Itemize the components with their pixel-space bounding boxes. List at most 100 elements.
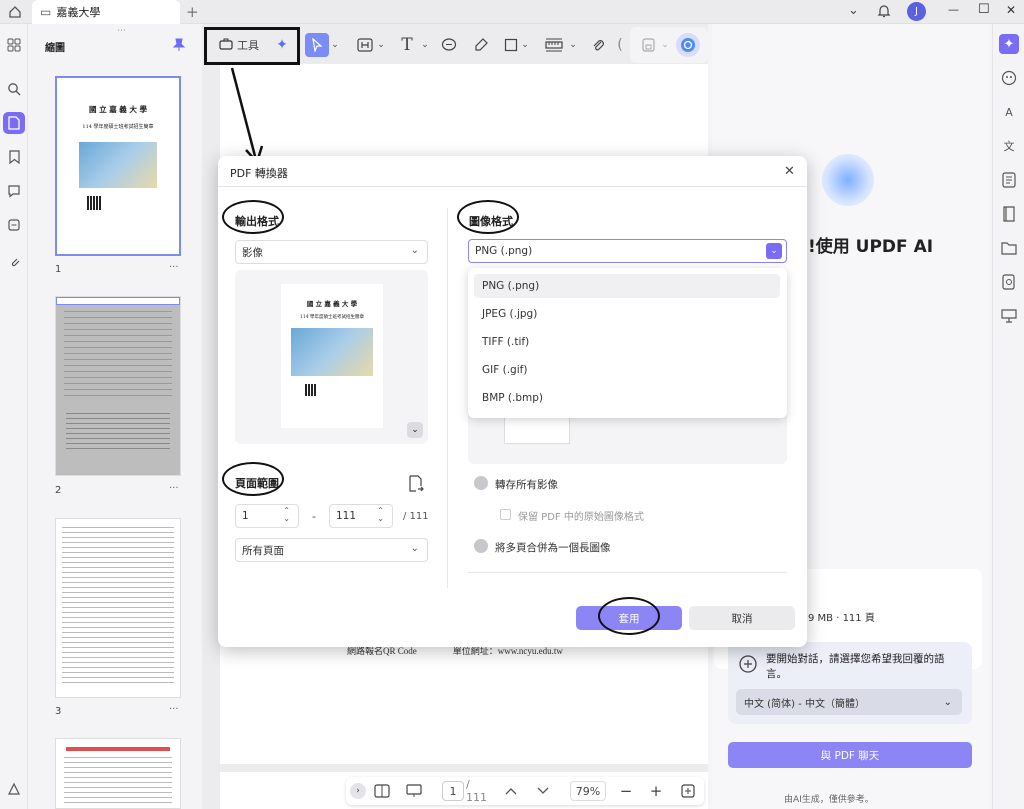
chevron-down-icon[interactable]: ⌄ — [848, 3, 859, 18]
chevron-down-icon[interactable]: ⌄ — [407, 422, 423, 438]
format-option[interactable]: BMP (.bmp) — [474, 386, 780, 410]
comment-tool-icon[interactable] — [438, 33, 460, 57]
pin-icon[interactable] — [172, 38, 186, 52]
page-input[interactable]: 1 — [442, 781, 464, 801]
drag-handle[interactable]: ⋯ — [117, 26, 126, 36]
annotation-circle — [598, 597, 660, 635]
close-icon[interactable]: ✕ — [784, 164, 795, 179]
chat-with-pdf-button[interactable]: 與 PDF 聊天 — [728, 742, 972, 768]
chevron-down-icon[interactable]: ⌄ — [420, 33, 430, 57]
format-option[interactable]: PNG (.png) — [474, 274, 780, 298]
paperclip-icon[interactable] — [3, 250, 25, 272]
convert-all-radio[interactable] — [474, 476, 488, 490]
preview-photo — [291, 328, 373, 376]
summary-icon[interactable] — [999, 170, 1019, 190]
attachment-list-icon[interactable] — [3, 214, 25, 236]
file-info: 9 MB · 111 頁 — [808, 613, 875, 624]
document-search-icon[interactable] — [999, 272, 1019, 292]
layers-icon[interactable] — [3, 778, 25, 800]
minimize-button[interactable]: — — [948, 3, 959, 16]
save-icon[interactable] — [638, 33, 658, 57]
thumbnail-page-1[interactable]: 國 立 嘉 義 大 學 114 學年度碩士班考試招生簡章 — [55, 76, 181, 256]
reading-mode-icon[interactable] — [372, 781, 392, 801]
stepper-icon[interactable]: ⌃ ⌄ — [377, 507, 384, 523]
thumbnail-page-2[interactable] — [55, 296, 181, 476]
text-tool-icon[interactable]: T — [396, 33, 418, 57]
ocr-icon[interactable]: A — [999, 102, 1019, 122]
stepper-icon[interactable]: ⌃ ⌄ — [283, 507, 290, 523]
convert-all-label: 轉存所有影像 — [495, 479, 558, 491]
ai-assistant-icon[interactable]: ✦ — [999, 34, 1019, 54]
search-icon[interactable] — [3, 78, 25, 100]
select-tool-button[interactable] — [305, 33, 329, 57]
more-menu[interactable]: ··· — [169, 262, 179, 273]
presentation-icon[interactable] — [999, 306, 1019, 326]
more-menu[interactable]: ··· — [169, 704, 179, 715]
translate-icon[interactable]: 文 — [999, 136, 1019, 156]
chat-bot-icon[interactable] — [999, 68, 1019, 88]
cancel-button[interactable]: 取消 — [689, 606, 795, 630]
format-option[interactable]: GIF (.gif) — [474, 358, 780, 382]
keep-format-checkbox[interactable] — [500, 509, 511, 520]
ruler-tool-icon[interactable] — [542, 33, 566, 57]
tools-button[interactable]: 工具 — [216, 33, 262, 57]
zoom-out-button[interactable]: − — [618, 781, 634, 801]
page-navigation-bar: › 1 / 111 79% − + — [346, 777, 704, 805]
format-option[interactable]: JPEG (.jpg) — [474, 302, 780, 326]
bookmark-icon[interactable] — [3, 146, 25, 168]
chevron-down-icon[interactable] — [534, 781, 552, 801]
range-from-input[interactable]: 1 ⌃ ⌄ — [235, 504, 299, 528]
thumbnails-panel: 縮圖 ⋯ 國 立 嘉 義 大 學 114 學年度碩士班考試招生簡章 1 ··· … — [29, 24, 199, 809]
image-format-select[interactable]: PNG (.png) ⌄ — [468, 239, 787, 263]
language-select[interactable]: 中文 (简体) - 中文（簡體） ⌄ — [736, 689, 962, 715]
fit-page-icon[interactable] — [680, 781, 696, 801]
panel-title: 縮圖 — [45, 43, 65, 54]
grid-icon[interactable] — [3, 34, 25, 56]
chevron-down-icon[interactable]: ⌄ — [520, 33, 530, 57]
zoom-level[interactable]: 79% — [570, 781, 606, 801]
zoom-in-button[interactable]: + — [648, 781, 664, 801]
page-subset-select[interactable]: 所有頁面 ⌄ — [235, 538, 428, 562]
chevron-down-icon[interactable]: ⌄ — [660, 33, 670, 57]
close-button[interactable]: ✕ — [1006, 3, 1016, 17]
book-icon[interactable] — [999, 204, 1019, 224]
paperclip-icon[interactable] — [588, 33, 608, 57]
output-format-select[interactable]: 影像 ⌄ — [235, 240, 428, 264]
expand-sidebar-icon[interactable]: › — [350, 783, 366, 799]
thumbnails-icon[interactable] — [3, 112, 25, 134]
output-preview: 國 立 嘉 義 大 學 114 學年度碩士班考試招生簡章 ⌄ — [235, 270, 428, 444]
presentation-mode-icon[interactable] — [404, 781, 424, 801]
chevron-down-icon[interactable]: ⌄ — [330, 33, 340, 57]
format-option[interactable]: TIFF (.tif) — [474, 330, 780, 354]
more-menu[interactable]: ··· — [169, 483, 179, 494]
divider — [218, 186, 807, 187]
maximize-button[interactable]: ☐ — [978, 2, 990, 17]
chevron-down-icon[interactable]: ⌄ — [376, 33, 386, 57]
range-to-input[interactable]: 111 ⌃ ⌄ — [329, 504, 393, 528]
chevron-down-icon: ⌄ — [410, 245, 419, 256]
comment-icon[interactable] — [3, 180, 25, 202]
ai-chat-icon — [738, 654, 758, 674]
bell-icon[interactable] — [877, 3, 893, 19]
qr-code — [305, 384, 317, 396]
page-range-settings-icon[interactable] — [408, 475, 424, 493]
document-tab[interactable]: ▭ 嘉義大學 — [32, 0, 180, 24]
updf-ai-icon[interactable] — [676, 33, 700, 57]
avatar[interactable]: J — [907, 2, 926, 21]
overflow-icon[interactable]: ( — [616, 33, 624, 57]
new-tab-button[interactable]: + — [186, 3, 199, 21]
chevron-down-icon[interactable]: ⌄ — [568, 33, 578, 57]
ai-sparkle-icon[interactable]: ✦ — [272, 33, 292, 57]
highlighter-icon[interactable] — [470, 33, 492, 57]
thumbnail-page-4[interactable] — [55, 738, 181, 809]
folder-share-icon[interactable] — [999, 238, 1019, 258]
page-range-title: 頁面範圍 — [235, 477, 279, 490]
home-icon[interactable] — [7, 4, 23, 20]
chevron-up-icon[interactable] — [502, 781, 520, 801]
range-dash: - — [312, 510, 316, 523]
text-box-tool-icon[interactable] — [354, 33, 376, 57]
thumbnail-page-3[interactable] — [55, 518, 181, 698]
format-dropdown-menu: PNG (.png) JPEG (.jpg) TIFF (.tif) GIF (… — [468, 268, 787, 418]
rectangle-tool-icon[interactable] — [500, 33, 522, 57]
merge-pages-radio[interactable] — [474, 539, 488, 553]
